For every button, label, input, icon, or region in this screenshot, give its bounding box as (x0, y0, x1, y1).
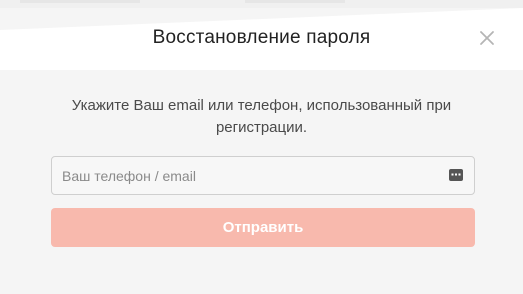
instruction-text: Укажите Ваш email или телефон, использов… (71, 97, 452, 136)
keyboard-button[interactable] (449, 168, 463, 182)
close-button[interactable] (474, 25, 500, 51)
background-strip-left (20, 0, 140, 3)
submit-button[interactable]: Отправить (51, 208, 475, 247)
keyboard-icon (449, 169, 463, 181)
background-strip-center (245, 0, 345, 3)
dialog-title: Восстановление пароля (152, 27, 371, 48)
password-recovery-page: Восстановление пароля Укажите Ваш email … (0, 0, 523, 294)
contact-field-container (51, 156, 475, 195)
close-icon (480, 31, 494, 45)
contact-input[interactable] (52, 157, 432, 194)
